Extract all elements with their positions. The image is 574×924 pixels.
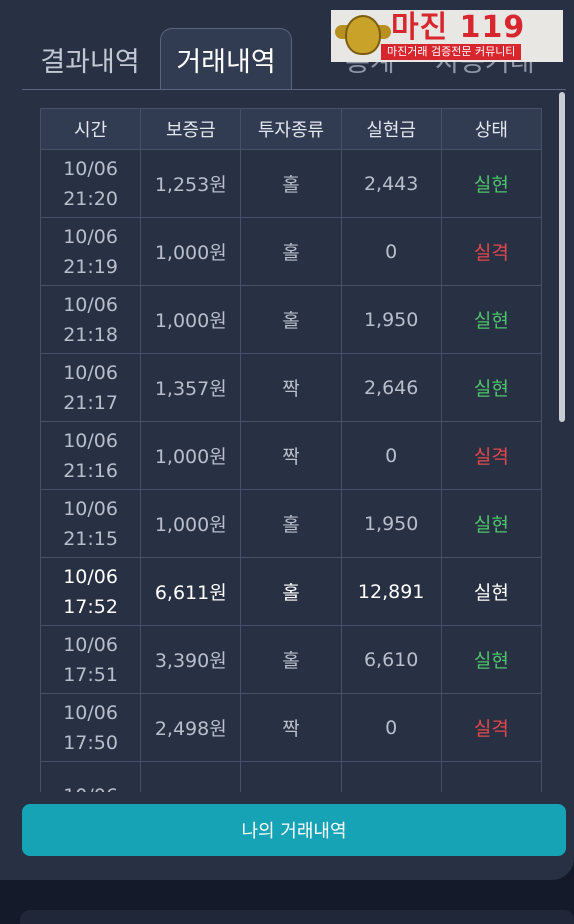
my-trades-button[interactable]: 나의 거래내역 bbox=[22, 804, 566, 856]
cell-date: 10/06 bbox=[63, 497, 118, 520]
cell-realized: 0 bbox=[340, 693, 442, 762]
cell-deposit: 2,498원 bbox=[140, 693, 242, 762]
cell-realized: 2,646 bbox=[340, 353, 442, 422]
cell-realized: 12,891 bbox=[340, 557, 442, 626]
cell-deposit: 1,000원 bbox=[140, 217, 242, 286]
cell-type: 짝 bbox=[240, 421, 342, 490]
cell-deposit: 1,000원 bbox=[140, 489, 242, 558]
cell-deposit: 1,000원 bbox=[140, 421, 242, 490]
cell-status: 실현 bbox=[440, 149, 542, 218]
table-row: 10/06 21:15 1,000원 홀 1,950 실현 bbox=[40, 489, 542, 558]
tab-underline bbox=[22, 89, 566, 90]
header-deposit: 보증금 bbox=[140, 108, 242, 150]
cell-status bbox=[440, 761, 542, 792]
cell-clock: 17:51 bbox=[63, 663, 118, 686]
header-time: 시간 bbox=[40, 108, 142, 150]
cell-date: 10/06 bbox=[63, 225, 118, 248]
cell-status: 실현 bbox=[440, 625, 542, 694]
cell-type: 홀 bbox=[240, 149, 342, 218]
table-row: 10/06 21:20 1,253원 홀 2,443 실현 bbox=[40, 149, 542, 218]
cell-clock: 21:19 bbox=[63, 255, 118, 278]
cell-status: 실격 bbox=[440, 693, 542, 762]
cell-time: 10/06 21:16 bbox=[40, 421, 142, 490]
cell-type: 홀 bbox=[240, 285, 342, 354]
cell-date: 10/06 bbox=[63, 701, 118, 724]
cell-date: 10/06 bbox=[63, 633, 118, 656]
tab-trades[interactable]: 거래내역 bbox=[160, 28, 292, 90]
table-row: 10/06 17:51 3,390원 홀 6,610 실현 bbox=[40, 625, 542, 694]
cell-status: 실현 bbox=[440, 557, 542, 626]
cell-deposit: 3,390원 bbox=[140, 625, 242, 694]
cell-clock: 21:20 bbox=[63, 187, 118, 210]
cell-clock: 21:16 bbox=[63, 459, 118, 482]
cell-realized: 2,443 bbox=[340, 149, 442, 218]
trade-table: 시간 보증금 투자종류 실현금 상태 10/06 21:20 1,253원 홀 2,44… bbox=[40, 108, 542, 792]
police-seal-icon bbox=[335, 11, 391, 61]
cell-clock: 17:50 bbox=[63, 731, 118, 754]
cell-date: 10/06 bbox=[63, 293, 118, 316]
cell-type: 짝 bbox=[240, 353, 342, 422]
cell-date: 10/06 bbox=[63, 157, 118, 180]
table-row: 10/06 21:19 1,000원 홀 0 실격 bbox=[40, 217, 542, 286]
table-row: 10/06 21:18 1,000원 홀 1,950 실현 bbox=[40, 285, 542, 354]
cell-realized: 0 bbox=[340, 421, 442, 490]
cell-time: 10/06 17:50 bbox=[40, 693, 142, 762]
cell-deposit bbox=[140, 761, 242, 792]
cell-time: 10/06 bbox=[40, 761, 142, 793]
header-realized: 실현금 bbox=[340, 108, 442, 150]
cell-deposit: 1,253원 bbox=[140, 149, 242, 218]
cell-status: 실격 bbox=[440, 217, 542, 286]
table-row: 10/06 17:52 6,611원 홀 12,891 실현 bbox=[40, 557, 542, 626]
logo-title: 마진 119 bbox=[391, 10, 526, 45]
cell-date: 10/06 bbox=[41, 781, 140, 793]
cell-type: 홀 bbox=[240, 557, 342, 626]
cell-time: 10/06 21:15 bbox=[40, 489, 142, 558]
cell-time: 10/06 17:51 bbox=[40, 625, 142, 694]
cell-realized: 0 bbox=[340, 217, 442, 286]
cell-status: 실현 bbox=[440, 285, 542, 354]
cell-clock: 21:15 bbox=[63, 527, 118, 550]
cell-type bbox=[240, 761, 342, 792]
trade-panel: 결과내역 거래내역 통계 자동거래 마진 119 마진거래 검증전문 커뮤니티 … bbox=[0, 0, 574, 880]
cell-time: 10/06 17:52 bbox=[40, 557, 142, 626]
cell-realized bbox=[340, 761, 442, 792]
cell-type: 짝 bbox=[240, 693, 342, 762]
cell-status: 실현 bbox=[440, 353, 542, 422]
cell-type: 홀 bbox=[240, 217, 342, 286]
table-row: 10/06 17:50 2,498원 짝 0 실격 bbox=[40, 693, 542, 762]
cell-clock: 21:18 bbox=[63, 323, 118, 346]
cell-time: 10/06 21:20 bbox=[40, 149, 142, 218]
cell-status: 실격 bbox=[440, 421, 542, 490]
cell-realized: 1,950 bbox=[340, 489, 442, 558]
cell-type: 홀 bbox=[240, 489, 342, 558]
table-row: 10/06 21:17 1,357원 짝 2,646 실현 bbox=[40, 353, 542, 422]
next-panel-edge bbox=[20, 910, 574, 924]
cell-time: 10/06 21:17 bbox=[40, 353, 142, 422]
cell-deposit: 1,000원 bbox=[140, 285, 242, 354]
cell-date: 10/06 bbox=[63, 565, 118, 588]
scrollbar[interactable] bbox=[559, 92, 565, 792]
header-type: 투자종류 bbox=[240, 108, 342, 150]
watermark-logo: 마진 119 마진거래 검증전문 커뮤니티 bbox=[331, 10, 563, 62]
cell-time: 10/06 21:19 bbox=[40, 217, 142, 286]
tab-results[interactable]: 결과내역 bbox=[22, 28, 158, 90]
logo-subtitle: 마진거래 검증전문 커뮤니티 bbox=[381, 44, 522, 60]
trade-table-scroll[interactable]: 시간 보증금 투자종류 실현금 상태 10/06 21:20 1,253원 홀 2,44… bbox=[40, 108, 542, 792]
header-status: 상태 bbox=[440, 108, 542, 150]
cell-deposit: 6,611원 bbox=[140, 557, 242, 626]
cell-time: 10/06 21:18 bbox=[40, 285, 142, 354]
cell-realized: 6,610 bbox=[340, 625, 442, 694]
cell-clock: 21:17 bbox=[63, 391, 118, 414]
cell-status: 실현 bbox=[440, 489, 542, 558]
cell-realized: 1,950 bbox=[340, 285, 442, 354]
cell-date: 10/06 bbox=[63, 429, 118, 452]
cell-type: 홀 bbox=[240, 625, 342, 694]
cell-date: 10/06 bbox=[63, 361, 118, 384]
table-row: 10/06 bbox=[40, 761, 542, 793]
table-header-row: 시간 보증금 투자종류 실현금 상태 bbox=[40, 108, 542, 150]
cell-deposit: 1,357원 bbox=[140, 353, 242, 422]
cell-clock: 17:52 bbox=[63, 595, 118, 618]
scrollbar-thumb[interactable] bbox=[559, 92, 565, 422]
table-row: 10/06 21:16 1,000원 짝 0 실격 bbox=[40, 421, 542, 490]
